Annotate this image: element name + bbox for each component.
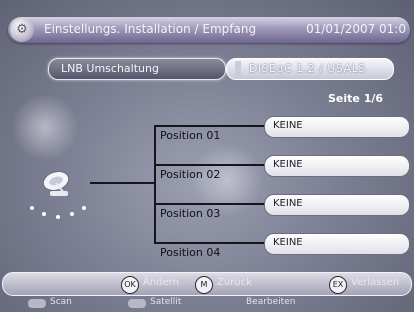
lnb-switch-row[interactable]: LNB Umschaltung DiSEqC 1.2 / USALS: [48, 58, 394, 80]
lnb-switch-label-text: LNB Umschaltung: [61, 62, 159, 75]
lnb-switch-label: LNB Umschaltung: [48, 58, 226, 80]
red-button-icon[interactable]: [28, 299, 46, 308]
selector-marker-icon: [235, 61, 241, 77]
exit-key-label: Verlassen: [351, 277, 400, 288]
lnb-switch-value: DiSEqC 1.2 / USALS: [249, 62, 366, 75]
ok-key-label: Ändern: [143, 277, 179, 288]
position-slot-1-value: KEINE: [273, 120, 303, 131]
glare-left: [10, 95, 80, 160]
tree-line-branch-2: [154, 164, 266, 166]
green-button-label: Satellit: [150, 297, 182, 307]
position-slot-3[interactable]: KEINE: [264, 194, 410, 216]
position-slot-3-value: KEINE: [273, 198, 303, 209]
tree-line-vertical: [154, 125, 156, 242]
menu-key-icon[interactable]: M: [195, 276, 213, 294]
position-label-1: Position 01: [160, 129, 221, 142]
tree-line-branch-1: [154, 125, 266, 127]
edit-label: Bearbeiten: [246, 297, 296, 307]
tree-line-branch-4: [154, 242, 266, 244]
green-button-icon[interactable]: [128, 299, 146, 308]
position-slot-2[interactable]: KEINE: [264, 155, 410, 177]
date-time-display: 01/01/2007 01:0: [306, 22, 406, 36]
page-title: Einstellungs. Installation / Empfang: [44, 22, 257, 36]
position-slot-4-value: KEINE: [273, 237, 303, 248]
color-button-strip: Scan Satellit Bearbeiten: [10, 297, 410, 311]
tree-line-branch-3: [154, 203, 266, 205]
ok-key-icon[interactable]: OK: [121, 276, 139, 294]
settings-screen: ⚙ Einstellungs. Installation / Empfang 0…: [0, 0, 414, 312]
position-slot-4[interactable]: KEINE: [264, 233, 410, 255]
settings-icon: ⚙: [10, 18, 34, 42]
red-button-label: Scan: [50, 297, 72, 307]
title-bar: ⚙ Einstellungs. Installation / Empfang 0…: [8, 17, 410, 43]
menu-key-label: Zurück: [217, 277, 252, 288]
page-indicator: Seite 1/6: [328, 92, 384, 105]
footer-key-bar: OK Ändern M Zurück EX Verlassen: [2, 272, 412, 296]
lnb-switch-selector[interactable]: DiSEqC 1.2 / USALS: [226, 58, 394, 80]
tree-line-trunk: [90, 182, 154, 184]
position-slot-1[interactable]: KEINE: [264, 116, 410, 138]
position-label-3: Position 03: [160, 207, 221, 220]
satellite-dish-icon: [30, 171, 86, 219]
position-label-2: Position 02: [160, 168, 221, 181]
position-label-4: Position 04: [160, 246, 221, 259]
position-slot-2-value: KEINE: [273, 159, 303, 170]
exit-key-icon[interactable]: EX: [329, 276, 347, 294]
